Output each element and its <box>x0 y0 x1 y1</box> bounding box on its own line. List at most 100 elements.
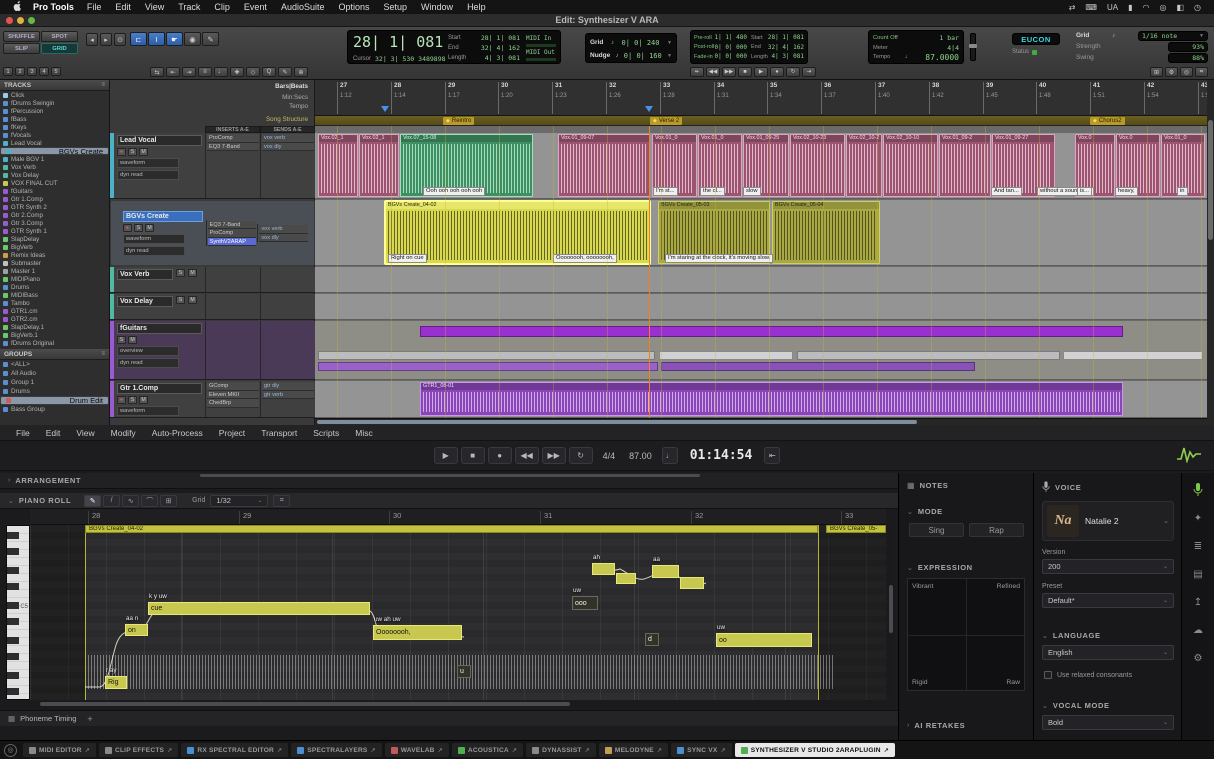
menu-item[interactable]: View <box>68 428 102 438</box>
note-icon[interactable]: ♪ <box>1112 33 1115 39</box>
track-view-selector[interactable]: waveform <box>123 234 185 244</box>
online-button[interactable]: ⇥ <box>802 67 816 77</box>
curve-tool[interactable]: ∿ <box>122 495 139 507</box>
tempo-fader-thumb[interactable] <box>969 44 977 48</box>
grabber-tool[interactable]: ☛ <box>166 32 183 46</box>
nudge-value[interactable]: 0| 0| 160 <box>624 52 662 60</box>
transport-field-value[interactable]: 0| 0| 000 <box>714 44 747 51</box>
selection-start-marker[interactable] <box>381 106 389 112</box>
insert-slot[interactable]: ProComp <box>207 134 259 143</box>
track-list-item[interactable]: Vox Delay <box>0 171 109 179</box>
screen-mirroring-icon[interactable]: ⇄ <box>1064 3 1081 12</box>
vertical-scrollbar[interactable] <box>1207 80 1214 425</box>
track-list-item[interactable]: Gtr 1.Comp <box>0 195 109 203</box>
library-icon[interactable]: ▤ <box>1190 567 1206 581</box>
ua-menu-item[interactable]: UA <box>1102 3 1123 12</box>
tempo-value[interactable]: 87.0000 <box>925 53 959 62</box>
main-counter-panel[interactable]: 28| 1| 081 ▼ Cursor 32| 3| 530 3489898 S… <box>347 30 561 64</box>
track-header-gtr1-comp[interactable]: Gtr 1.Comp ●SM waveform GCompEleven MKII… <box>110 381 315 418</box>
groups-panel-header[interactable]: GROUPS <box>4 351 32 358</box>
track-list-item[interactable]: Submaster <box>0 259 109 267</box>
ai-retakes-section-header[interactable]: AI RETAKES <box>914 721 965 730</box>
arrangement-panel-header[interactable]: › ARRANGEMENT <box>0 473 898 489</box>
selection-end-marker[interactable] <box>645 106 653 112</box>
add-button[interactable]: + <box>87 714 92 724</box>
track-name[interactable]: Gtr 1.Comp <box>117 383 202 394</box>
loop-playback-button[interactable]: ↻ <box>786 67 800 77</box>
vibrato-tool[interactable]: ⌒ <box>141 495 158 507</box>
edit-mode-button[interactable]: GRID <box>41 43 78 54</box>
piano-roll-note[interactable] <box>680 577 704 589</box>
rewind-button[interactable]: ◀◀ <box>706 67 720 77</box>
timeline-sel-value[interactable]: 32| 4| 162 <box>768 44 804 51</box>
piano-roll-note[interactable]: uw oo <box>716 633 812 647</box>
menu-item[interactable]: Setup <box>377 2 415 12</box>
ruler-label-tempo[interactable]: Tempo <box>289 103 308 110</box>
vocal-mode-section-header[interactable]: VOCAL MODE <box>1053 701 1110 710</box>
menu-item[interactable]: File <box>80 2 109 12</box>
track-list-item[interactable]: Vox Verb <box>0 163 109 171</box>
group-list-item[interactable]: Drum Edit <box>0 396 109 405</box>
plugin-tab[interactable]: WAVELAB ↗ <box>385 743 449 757</box>
plugin-tab[interactable]: MIDI EDITOR ↗ <box>23 743 96 757</box>
meter-value[interactable]: 4|4 <box>947 44 959 52</box>
menu-item[interactable]: Misc <box>347 428 380 438</box>
mode-option-button[interactable]: Rap <box>969 523 1024 537</box>
lane-bgvs-create[interactable]: BGVs Create_04-02 BGVs Create_05-03 BGVs… <box>315 200 1207 266</box>
note-lyric[interactable]: ooo <box>575 600 587 607</box>
expression-section-header[interactable]: EXPRESSION <box>918 563 973 572</box>
record-enable-button[interactable]: ● <box>117 396 126 404</box>
selector-tool[interactable]: I <box>148 32 165 46</box>
group-list-item[interactable]: Group 1 <box>0 378 109 387</box>
insert-slot[interactable]: SynthV2ARAP <box>208 238 257 247</box>
piano-roll-canvas[interactable]: BGVs Create_04-02BGVs Create_05- r ay Ri… <box>30 525 886 700</box>
plugin-tab[interactable]: DYNASSIST ↗ <box>526 743 596 757</box>
chevron-down-icon[interactable]: ⌄ <box>907 564 913 572</box>
insert-slot[interactable]: ChedBrp <box>207 399 259 408</box>
phoneme-timing-label[interactable]: Phoneme Timing <box>20 714 76 723</box>
transport-field-label[interactable]: Post-roll <box>694 44 714 50</box>
automation-mode-selector[interactable]: dyn read <box>123 246 185 256</box>
track-list-item[interactable]: MIDIPiano <box>0 275 109 283</box>
chevron-down-icon[interactable]: ▼ <box>667 53 672 59</box>
lane-vox-delay[interactable] <box>315 294 1207 320</box>
ruler-label-bars[interactable]: Bars|Beats <box>275 83 308 90</box>
group-list-item[interactable]: <ALL> <box>0 360 109 369</box>
clock-icon[interactable]: ◷ <box>1189 3 1206 12</box>
export-icon[interactable]: ↥ <box>1190 595 1206 609</box>
note-icon[interactable]: ♪ <box>611 40 614 46</box>
plugin-tab[interactable]: SYNTHESIZER V STUDIO 2ARAPLUGIN ↗ <box>735 743 895 757</box>
clip-block[interactable] <box>797 351 1060 360</box>
chevron-down-icon[interactable]: ⌄ <box>8 497 14 505</box>
plugin-tab[interactable]: SPECTRALAYERS ↗ <box>291 743 381 757</box>
play-button[interactable]: ▶ <box>434 447 458 464</box>
ruler-label-song-structure[interactable]: Song Structure <box>266 116 308 123</box>
edit-mode-button[interactable]: SHUFFLE <box>3 31 40 42</box>
piano-roll-note[interactable]: uw ah uw Oooooooh, <box>373 625 462 640</box>
expression-xy-pad[interactable]: Vibrant Refined Rigid Raw <box>907 578 1025 691</box>
record-enable-button[interactable]: ● <box>123 224 132 232</box>
track-list-item[interactable]: fBass <box>0 115 109 123</box>
target-button[interactable]: ◎ <box>1180 67 1193 77</box>
track-list-item[interactable]: Drums <box>0 283 109 291</box>
plugin-tab[interactable]: ACOUSTICA ↗ <box>452 743 523 757</box>
grid-value[interactable]: 0| 0| 240 <box>622 39 660 47</box>
language-section-header[interactable]: LANGUAGE <box>1053 631 1101 640</box>
menu-item[interactable]: Options <box>331 2 376 12</box>
spotlight-icon[interactable]: ◎ <box>1154 3 1171 12</box>
rewind-button[interactable]: ◀◀ <box>515 447 539 464</box>
ruler-label-minsec[interactable]: Min:Secs <box>282 94 308 101</box>
edit-mode-button[interactable]: SPOT <box>41 31 78 42</box>
settings-button[interactable]: ⚙ <box>1165 67 1178 77</box>
note-lyric[interactable]: on <box>128 627 136 634</box>
note-lyric[interactable]: u <box>460 668 464 675</box>
record-button[interactable]: ● <box>488 447 512 464</box>
track-list-item[interactable]: MIDIBass <box>0 291 109 299</box>
phoneme-label[interactable]: ah <box>593 555 600 561</box>
track-list-item[interactable]: VOX FINAL CUT <box>0 179 109 187</box>
plugin-tab[interactable]: RX SPECTRAL EDITOR ↗ <box>181 743 288 757</box>
stop-button[interactable]: ■ <box>461 447 485 464</box>
solo-button[interactable]: S <box>176 269 185 277</box>
send-slot[interactable]: gtr dly <box>262 382 314 391</box>
sel-length-value[interactable]: 4| 3| 081 <box>485 54 520 62</box>
